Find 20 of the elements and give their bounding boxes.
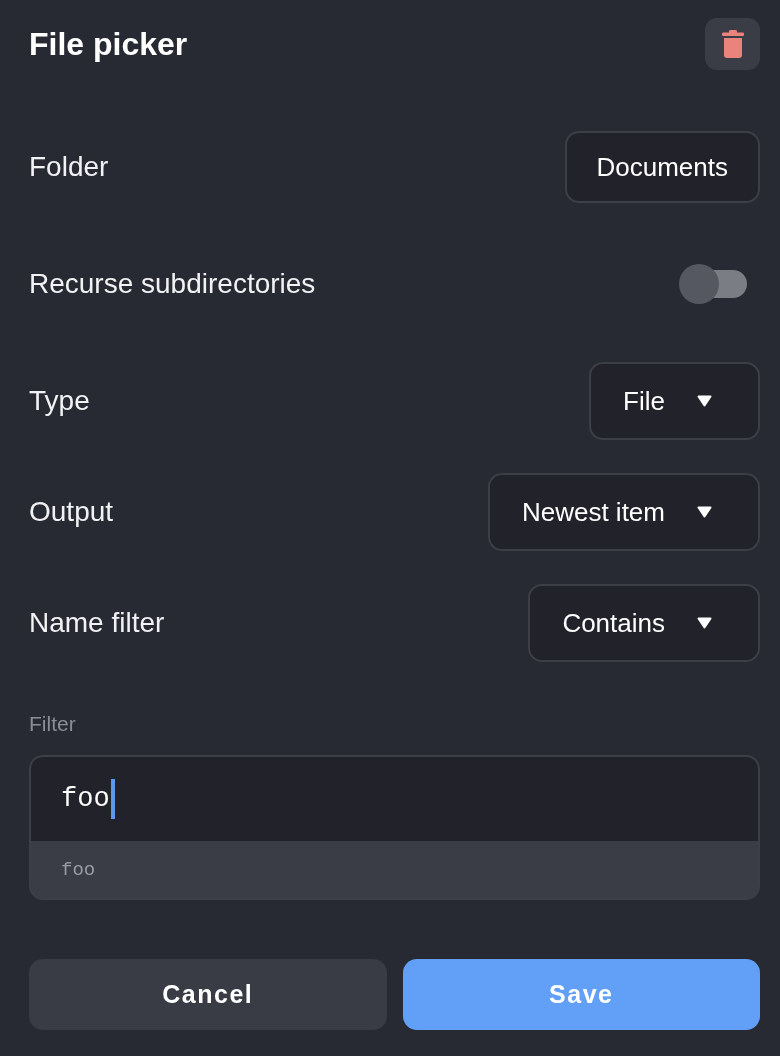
folder-button[interactable]: Documents bbox=[564, 131, 760, 203]
caret-icon bbox=[697, 395, 712, 407]
field-label: Name filter bbox=[29, 607, 165, 639]
dialog-title: File picker bbox=[29, 25, 188, 63]
filter-input[interactable]: foo bbox=[31, 757, 758, 841]
suggestion-item[interactable]: foo bbox=[31, 841, 758, 898]
toggle-switch[interactable] bbox=[679, 263, 749, 305]
dropdown[interactable]: File bbox=[589, 362, 760, 440]
field-label: Folder bbox=[29, 151, 109, 183]
dropdown[interactable]: Newest item bbox=[487, 473, 760, 551]
field-label: Type bbox=[29, 385, 90, 417]
dropdown[interactable]: Contains bbox=[528, 584, 760, 662]
cancel-button[interactable]: Cancel bbox=[29, 959, 387, 1030]
caret-icon bbox=[697, 506, 712, 518]
field-label: Output bbox=[29, 496, 114, 528]
field-label: Recurse subdirectories bbox=[29, 268, 316, 300]
caret-icon bbox=[697, 617, 712, 629]
field-label: Filter bbox=[29, 712, 77, 736]
delete-button[interactable] bbox=[705, 18, 760, 70]
trash-icon bbox=[721, 30, 744, 58]
